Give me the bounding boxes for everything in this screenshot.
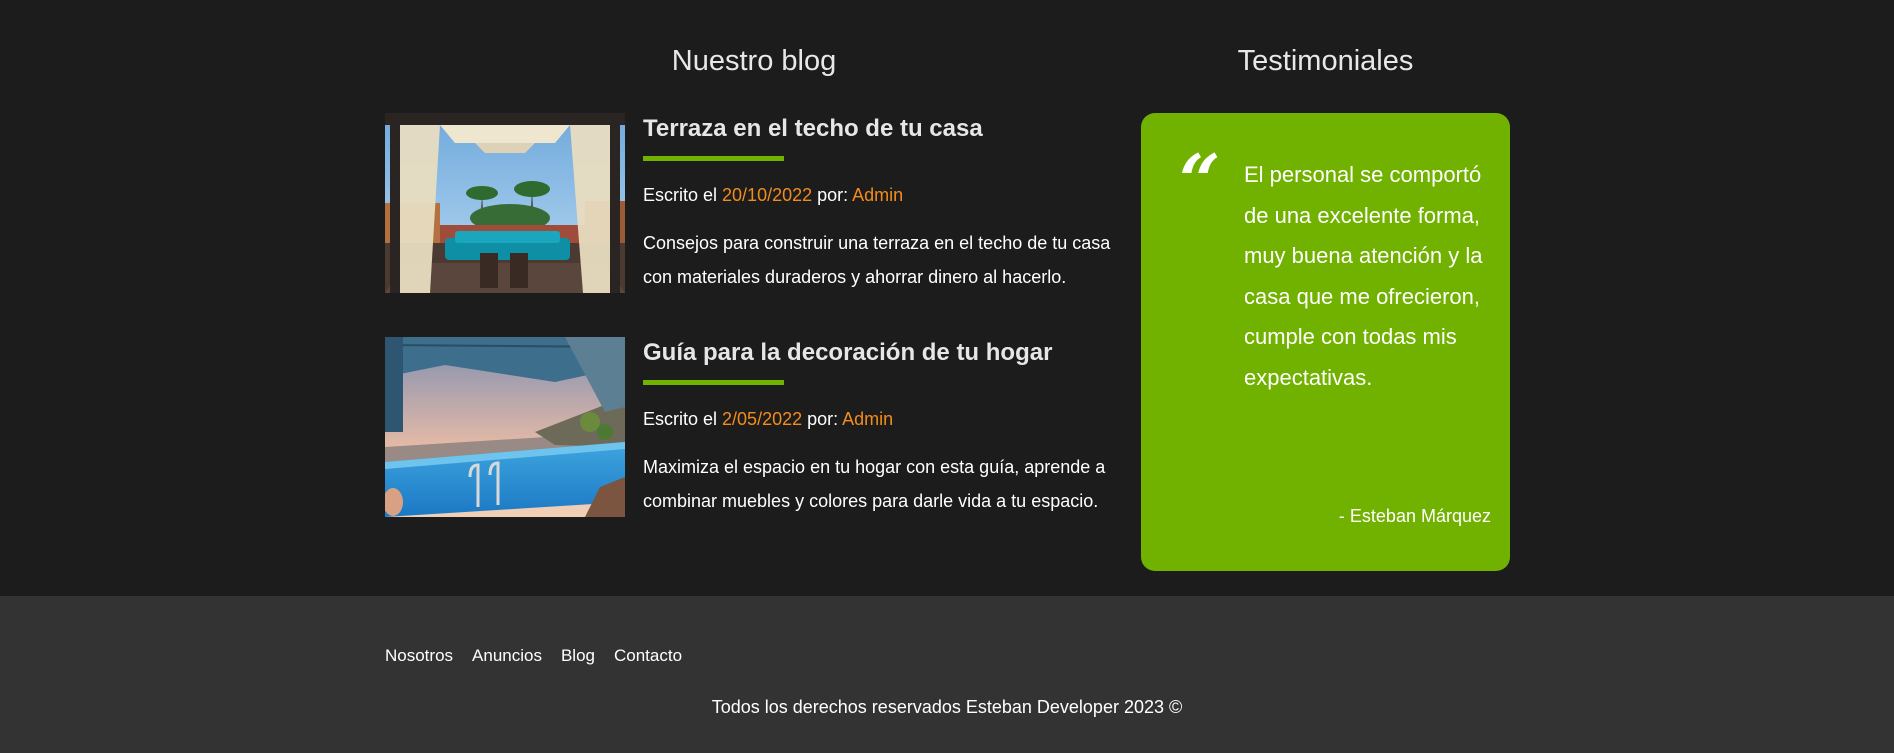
- footer-link-anuncios[interactable]: Anuncios: [472, 646, 542, 666]
- blog-entry-body: Guía para la decoración de tu hogar Escr…: [643, 337, 1123, 518]
- meta-by: por:: [802, 409, 843, 429]
- blog-entry[interactable]: Guía para la decoración de tu hogar Escr…: [385, 337, 1125, 517]
- title-underline: [643, 156, 784, 161]
- blog-entry-body: Terraza en el techo de tu casa Escrito e…: [643, 113, 1123, 294]
- blog-entry-image-pool[interactable]: [385, 337, 625, 517]
- testimonial-author: - Esteban Márquez: [1338, 506, 1491, 526]
- blog-entry-image-terrace[interactable]: [385, 113, 625, 293]
- footer: Nosotros Anuncios Blog Contacto Todos lo…: [0, 596, 1894, 753]
- blog-entry-date: 20/10/2022: [722, 185, 813, 205]
- blog-entry-excerpt: Maximiza el espacio en tu hogar con esta…: [643, 457, 1106, 511]
- blog-entry[interactable]: Terraza en el techo de tu casa Escrito e…: [385, 113, 1125, 293]
- blog-entry-date: 2/05/2022: [722, 409, 803, 429]
- blog-section-title: Nuestro blog: [671, 45, 837, 77]
- meta-prefix: Escrito el: [643, 185, 723, 205]
- blog-entry-author: Admin: [852, 185, 904, 205]
- blog-entry-title[interactable]: Terraza en el techo de tu casa: [643, 115, 1123, 143]
- testimonial-card: “ El personal se comportó de una excelen…: [1141, 113, 1510, 571]
- blog-entry-meta: Escrito el 2/05/2022 por: Admin: [643, 409, 1123, 430]
- footer-link-nosotros[interactable]: Nosotros: [385, 646, 453, 666]
- meta-by: por:: [812, 185, 853, 205]
- blog-entry-title[interactable]: Guía para la decoración de tu hogar: [643, 339, 1123, 367]
- blog-entry-meta: Escrito el 20/10/2022 por: Admin: [643, 185, 1123, 206]
- testimonials-section-title: Testimoniales: [1237, 45, 1414, 77]
- blog-entry-excerpt: Consejos para construir una terraza en e…: [643, 233, 1111, 287]
- meta-prefix: Escrito el: [643, 409, 723, 429]
- main-section: Nuestro blog Terraza en el techo de tu c…: [0, 0, 1894, 596]
- footer-nav: Nosotros Anuncios Blog Contacto: [385, 646, 682, 666]
- quote-icon: “: [1179, 138, 1221, 223]
- testimonial-text: El personal se comportó de una excelente…: [1244, 162, 1483, 390]
- blog-entry-author: Admin: [842, 409, 894, 429]
- footer-link-blog[interactable]: Blog: [561, 646, 595, 666]
- copyright-text: Todos los derechos reservados Esteban De…: [711, 697, 1183, 717]
- title-underline: [643, 380, 784, 385]
- footer-link-contacto[interactable]: Contacto: [614, 646, 682, 666]
